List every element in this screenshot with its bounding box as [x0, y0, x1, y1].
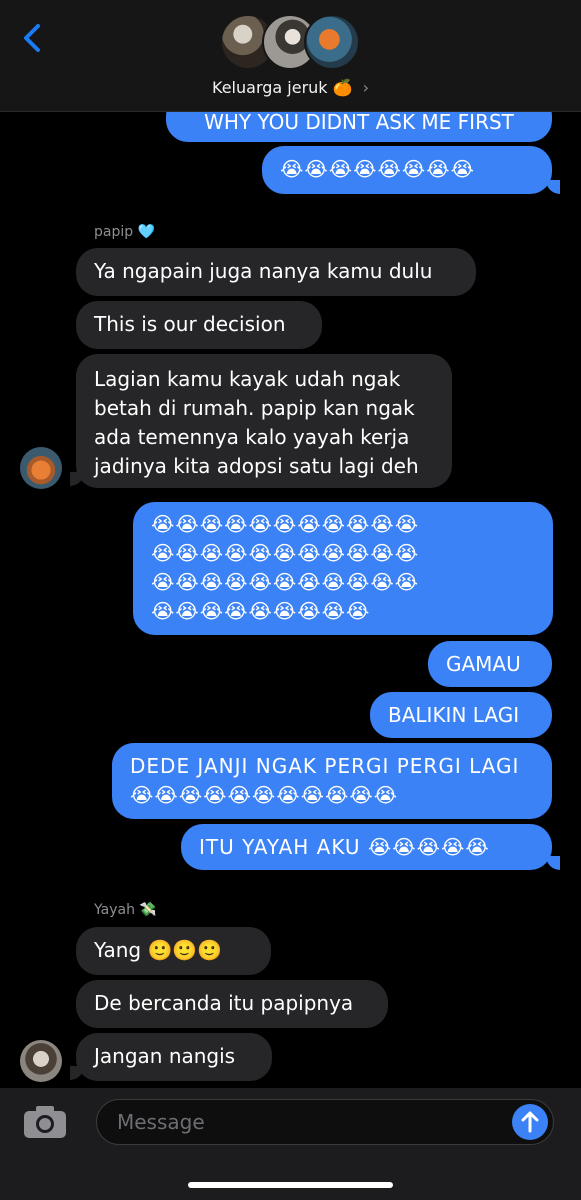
incoming-message[interactable]: Yang 🙂🙂🙂: [76, 927, 271, 975]
bubble-tail: [546, 180, 560, 194]
sender-name: Yayah 💸: [94, 902, 157, 918]
home-indicator[interactable]: [188, 1182, 393, 1188]
avatar[interactable]: [20, 1040, 62, 1082]
camera-button[interactable]: [22, 1104, 68, 1140]
incoming-message[interactable]: Lagian kamu kayak udah ngak betah di rum…: [76, 354, 452, 488]
bubble-tail: [546, 856, 560, 870]
sender-name: papip 🩵: [94, 224, 156, 240]
chevron-left-icon: [24, 24, 40, 52]
outgoing-message[interactable]: DEDE JANJI NGAK PERGI PERGI LAGI 😭😭😭😭😭😭😭…: [112, 743, 552, 819]
avatar[interactable]: [20, 447, 62, 489]
outgoing-message[interactable]: BALIKIN LAGI: [370, 692, 552, 738]
incoming-message[interactable]: This is our decision: [76, 301, 322, 349]
bubble-tail: [70, 1066, 84, 1080]
avatar: [304, 14, 360, 70]
outgoing-message[interactable]: GAMAU: [428, 641, 552, 687]
message-input[interactable]: [96, 1099, 554, 1145]
outgoing-message[interactable]: 😭😭😭😭😭😭😭😭😭😭😭 😭😭😭😭😭😭😭😭😭😭😭 😭😭😭😭😭😭😭😭😭😭😭 😭😭😭😭…: [133, 502, 553, 635]
group-name-label: Keluarga jeruk 🍊: [212, 78, 353, 97]
arrow-up-icon: [521, 1111, 539, 1133]
incoming-message[interactable]: Jangan nangis: [76, 1033, 272, 1081]
group-title[interactable]: Keluarga jeruk 🍊 ›: [0, 78, 581, 97]
outgoing-message[interactable]: ITU YAYAH AKU 😭😭😭😭😭: [181, 824, 552, 870]
incoming-message[interactable]: De bercanda itu papipnya: [76, 980, 388, 1028]
bubble-tail: [70, 472, 84, 486]
chevron-right-icon: ›: [362, 78, 369, 97]
camera-icon: [24, 1106, 66, 1138]
conversation-header: Keluarga jeruk 🍊 ›: [0, 0, 581, 112]
send-button[interactable]: [512, 1104, 548, 1140]
back-button[interactable]: [18, 20, 48, 56]
group-avatars[interactable]: [220, 14, 360, 72]
outgoing-message[interactable]: 😭😭😭😭😭😭😭😭: [262, 146, 552, 194]
incoming-message[interactable]: Ya ngapain juga nanya kamu dulu: [76, 248, 476, 296]
